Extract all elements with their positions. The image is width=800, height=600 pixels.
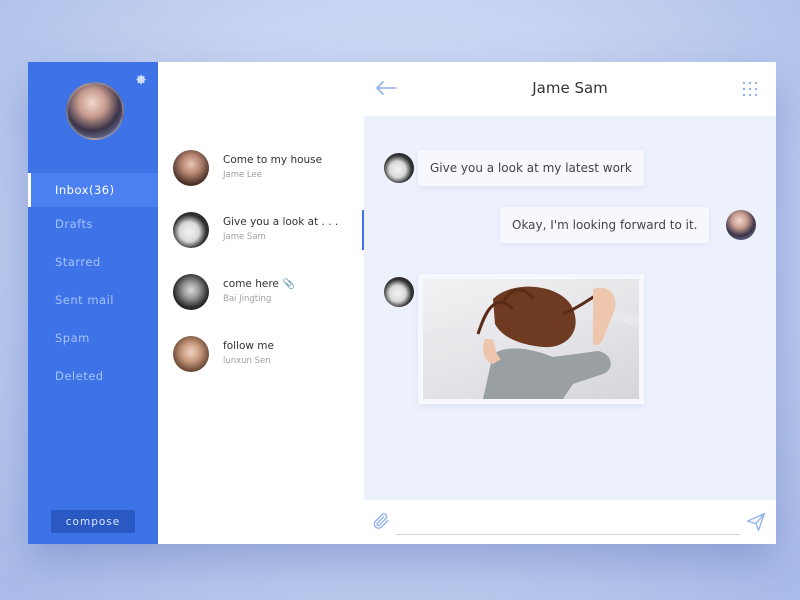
conversation-list: Come to my house Jame Lee Give you a loo…	[158, 62, 364, 544]
conversation-title: come here 📎	[223, 278, 295, 290]
nav-item-spam[interactable]: Spam	[28, 321, 158, 359]
nav-item-drafts[interactable]: Drafts	[28, 207, 158, 245]
nav-item-inbox[interactable]: Inbox(36)	[28, 173, 158, 207]
conversation-item[interactable]: come here 📎 Bai Jingting	[158, 266, 364, 318]
message-bubble-outgoing: Okay, I'm looking forward to it.	[500, 207, 710, 243]
mail-folder-nav: Inbox(36) Drafts Starred Sent mail Spam …	[28, 173, 158, 397]
conversation-title-text: come here	[223, 278, 279, 290]
conversation-sender: Jame Sam	[223, 232, 266, 242]
conversation-item-active[interactable]: Give you a look at . . . Jame Sam	[158, 204, 364, 256]
contact-avatar	[173, 150, 209, 186]
image-message[interactable]	[418, 274, 644, 404]
chat-header: Jame Sam	[364, 62, 776, 116]
chat-title: Jame Sam	[532, 79, 608, 97]
gear-icon[interactable]	[136, 74, 147, 88]
conversation-title: follow me	[223, 340, 274, 352]
contact-avatar	[173, 336, 209, 372]
conversation-sender: Bai Jingting	[223, 294, 272, 304]
conversation-sender: Jame Lee	[223, 170, 262, 180]
conversation-title: Give you a look at . . .	[223, 216, 339, 228]
user-avatar[interactable]	[66, 82, 124, 140]
message-thread: Give you a look at my latest work Okay, …	[364, 116, 776, 500]
nav-item-sent-mail[interactable]: Sent mail	[28, 283, 158, 321]
contact-avatar	[173, 212, 209, 248]
sidebar: Inbox(36) Drafts Starred Sent mail Spam …	[28, 62, 158, 544]
grid-menu-icon[interactable]	[742, 81, 758, 97]
nav-item-starred[interactable]: Starred	[28, 245, 158, 283]
message-composer	[364, 500, 776, 544]
sender-avatar	[384, 153, 414, 183]
conversation-sender: lunxun Sen	[223, 356, 271, 366]
attachment-icon: 📎	[282, 279, 296, 290]
conversation-title: Come to my house	[223, 154, 323, 166]
sender-avatar	[384, 277, 414, 307]
message-input[interactable]	[396, 510, 740, 535]
chat-panel: Jame Sam Give you a look at my latest wo…	[364, 62, 776, 544]
mail-app-window: Inbox(36) Drafts Starred Sent mail Spam …	[28, 62, 776, 544]
send-icon[interactable]	[746, 512, 766, 532]
conversation-item[interactable]: Come to my house Jame Lee	[158, 142, 364, 194]
my-avatar	[726, 210, 756, 240]
compose-button[interactable]: compose	[51, 510, 135, 533]
nav-item-deleted[interactable]: Deleted	[28, 359, 158, 397]
paperclip-icon[interactable]	[372, 512, 390, 530]
shared-photo	[423, 279, 639, 399]
message-bubble-incoming: Give you a look at my latest work	[418, 150, 644, 186]
contact-avatar	[173, 274, 209, 310]
conversation-item[interactable]: follow me lunxun Sen	[158, 328, 364, 380]
